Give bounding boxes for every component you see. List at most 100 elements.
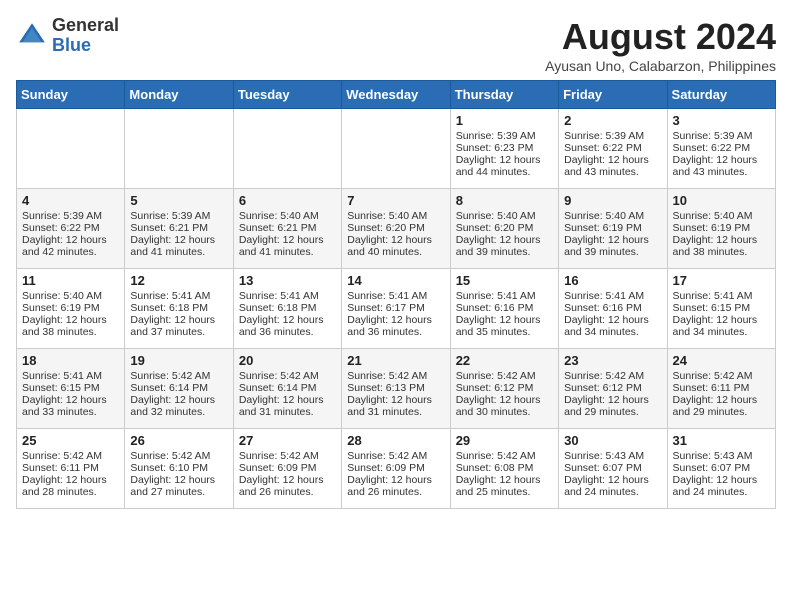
daylight-text: Daylight: 12 hours and 41 minutes. <box>239 234 336 258</box>
daylight-text: Daylight: 12 hours and 26 minutes. <box>347 474 444 498</box>
calendar-cell: 19Sunrise: 5:42 AMSunset: 6:14 PMDayligh… <box>125 349 233 429</box>
calendar-cell <box>125 109 233 189</box>
calendar-cell: 13Sunrise: 5:41 AMSunset: 6:18 PMDayligh… <box>233 269 341 349</box>
header-cell-wednesday: Wednesday <box>342 81 450 109</box>
header-cell-saturday: Saturday <box>667 81 775 109</box>
day-number: 19 <box>130 353 227 368</box>
daylight-text: Daylight: 12 hours and 34 minutes. <box>673 314 770 338</box>
day-number: 31 <box>673 433 770 448</box>
day-number: 8 <box>456 193 553 208</box>
day-number: 23 <box>564 353 661 368</box>
daylight-text: Daylight: 12 hours and 26 minutes. <box>239 474 336 498</box>
sunset-text: Sunset: 6:08 PM <box>456 462 553 474</box>
sunset-text: Sunset: 6:11 PM <box>22 462 119 474</box>
day-number: 12 <box>130 273 227 288</box>
sunrise-text: Sunrise: 5:42 AM <box>239 450 336 462</box>
calendar-cell: 2Sunrise: 5:39 AMSunset: 6:22 PMDaylight… <box>559 109 667 189</box>
sunset-text: Sunset: 6:09 PM <box>347 462 444 474</box>
daylight-text: Daylight: 12 hours and 24 minutes. <box>673 474 770 498</box>
day-number: 16 <box>564 273 661 288</box>
daylight-text: Daylight: 12 hours and 33 minutes. <box>22 394 119 418</box>
sunset-text: Sunset: 6:18 PM <box>130 302 227 314</box>
day-number: 22 <box>456 353 553 368</box>
day-number: 2 <box>564 113 661 128</box>
sunrise-text: Sunrise: 5:41 AM <box>347 290 444 302</box>
sunrise-text: Sunrise: 5:42 AM <box>564 370 661 382</box>
sunrise-text: Sunrise: 5:39 AM <box>22 210 119 222</box>
daylight-text: Daylight: 12 hours and 40 minutes. <box>347 234 444 258</box>
header-cell-friday: Friday <box>559 81 667 109</box>
daylight-text: Daylight: 12 hours and 30 minutes. <box>456 394 553 418</box>
day-number: 20 <box>239 353 336 368</box>
daylight-text: Daylight: 12 hours and 43 minutes. <box>673 154 770 178</box>
calendar-cell: 16Sunrise: 5:41 AMSunset: 6:16 PMDayligh… <box>559 269 667 349</box>
calendar-cell: 27Sunrise: 5:42 AMSunset: 6:09 PMDayligh… <box>233 429 341 509</box>
calendar-cell <box>342 109 450 189</box>
calendar-cell: 12 Sunrise: 5:41 AMSunset: 6:18 PMDayligh… <box>125 269 233 349</box>
daylight-text: Daylight: 12 hours and 42 minutes. <box>22 234 119 258</box>
sunset-text: Sunset: 6:16 PM <box>456 302 553 314</box>
calendar-cell: 22Sunrise: 5:42 AMSunset: 6:12 PMDayligh… <box>450 349 558 429</box>
calendar-row: 11Sunrise: 5:40 AMSunset: 6:19 PMDayligh… <box>17 269 776 349</box>
sunset-text: Sunset: 6:11 PM <box>673 382 770 394</box>
day-number: 28 <box>347 433 444 448</box>
daylight-text: Daylight: 12 hours and 36 minutes. <box>347 314 444 338</box>
calendar-cell: 1Sunrise: 5:39 AMSunset: 6:23 PMDaylight… <box>450 109 558 189</box>
sunset-text: Sunset: 6:15 PM <box>22 382 119 394</box>
daylight-text: Daylight: 12 hours and 38 minutes. <box>22 314 119 338</box>
calendar-cell: 9Sunrise: 5:40 AMSunset: 6:19 PMDaylight… <box>559 189 667 269</box>
logo-general-text: General <box>52 15 119 35</box>
sunset-text: Sunset: 6:21 PM <box>130 222 227 234</box>
logo-icon <box>16 20 48 52</box>
daylight-text: Daylight: 12 hours and 44 minutes. <box>456 154 553 178</box>
calendar-cell: 10Sunrise: 5:40 AMSunset: 6:19 PMDayligh… <box>667 189 775 269</box>
sunset-text: Sunset: 6:13 PM <box>347 382 444 394</box>
sunrise-text: Sunrise: 5:40 AM <box>347 210 444 222</box>
sunset-text: Sunset: 6:07 PM <box>564 462 661 474</box>
page-header: General Blue August 2024 Ayusan Uno, Cal… <box>16 16 776 74</box>
day-number: 5 <box>130 193 227 208</box>
sunset-text: Sunset: 6:10 PM <box>130 462 227 474</box>
day-number: 4 <box>22 193 119 208</box>
sunset-text: Sunset: 6:22 PM <box>673 142 770 154</box>
day-number: 11 <box>22 273 119 288</box>
daylight-text: Daylight: 12 hours and 29 minutes. <box>564 394 661 418</box>
sunrise-text: Sunrise: 5:42 AM <box>673 370 770 382</box>
day-number: 21 <box>347 353 444 368</box>
calendar-cell: 7Sunrise: 5:40 AMSunset: 6:20 PMDaylight… <box>342 189 450 269</box>
sunrise-text: Sunrise: 5:39 AM <box>564 130 661 142</box>
month-year-title: August 2024 <box>545 16 776 58</box>
calendar-cell: 18 Sunrise: 5:41 AMSunset: 6:15 PMDayligh… <box>17 349 125 429</box>
calendar-cell: 31Sunrise: 5:43 AMSunset: 6:07 PMDayligh… <box>667 429 775 509</box>
sunset-text: Sunset: 6:21 PM <box>239 222 336 234</box>
sunrise-text: Sunrise: 5:39 AM <box>673 130 770 142</box>
day-number: 3 <box>673 113 770 128</box>
sunset-text: Sunset: 6:19 PM <box>564 222 661 234</box>
daylight-text: Daylight: 12 hours and 37 minutes. <box>130 314 227 338</box>
day-number: 10 <box>673 193 770 208</box>
day-number: 1 <box>456 113 553 128</box>
header-row: SundayMondayTuesdayWednesdayThursdayFrid… <box>17 81 776 109</box>
daylight-text: Daylight: 12 hours and 34 minutes. <box>564 314 661 338</box>
sunrise-text: Sunrise: 5:41 AM <box>130 290 227 302</box>
day-number: 29 <box>456 433 553 448</box>
sunrise-text: Sunrise: 5:41 AM <box>456 290 553 302</box>
calendar-cell: 21Sunrise: 5:42 AMSunset: 6:13 PMDayligh… <box>342 349 450 429</box>
calendar-row: 4Sunrise: 5:39 AMSunset: 6:22 PMDaylight… <box>17 189 776 269</box>
sunset-text: Sunset: 6:16 PM <box>564 302 661 314</box>
sunrise-text: Sunrise: 5:41 AM <box>239 290 336 302</box>
sunrise-text: Sunrise: 5:42 AM <box>347 370 444 382</box>
header-cell-sunday: Sunday <box>17 81 125 109</box>
day-number: 18 <box>22 353 119 368</box>
logo-blue-text: Blue <box>52 35 91 55</box>
header-cell-tuesday: Tuesday <box>233 81 341 109</box>
sunset-text: Sunset: 6:22 PM <box>564 142 661 154</box>
sunset-text: Sunset: 6:19 PM <box>22 302 119 314</box>
calendar-cell: 26Sunrise: 5:42 AMSunset: 6:10 PMDayligh… <box>125 429 233 509</box>
calendar-cell: 15Sunrise: 5:41 AMSunset: 6:16 PMDayligh… <box>450 269 558 349</box>
day-number: 15 <box>456 273 553 288</box>
calendar-cell: 5Sunrise: 5:39 AMSunset: 6:21 PMDaylight… <box>125 189 233 269</box>
sunset-text: Sunset: 6:14 PM <box>239 382 336 394</box>
sunrise-text: Sunrise: 5:41 AM <box>22 370 119 382</box>
day-number: 25 <box>22 433 119 448</box>
